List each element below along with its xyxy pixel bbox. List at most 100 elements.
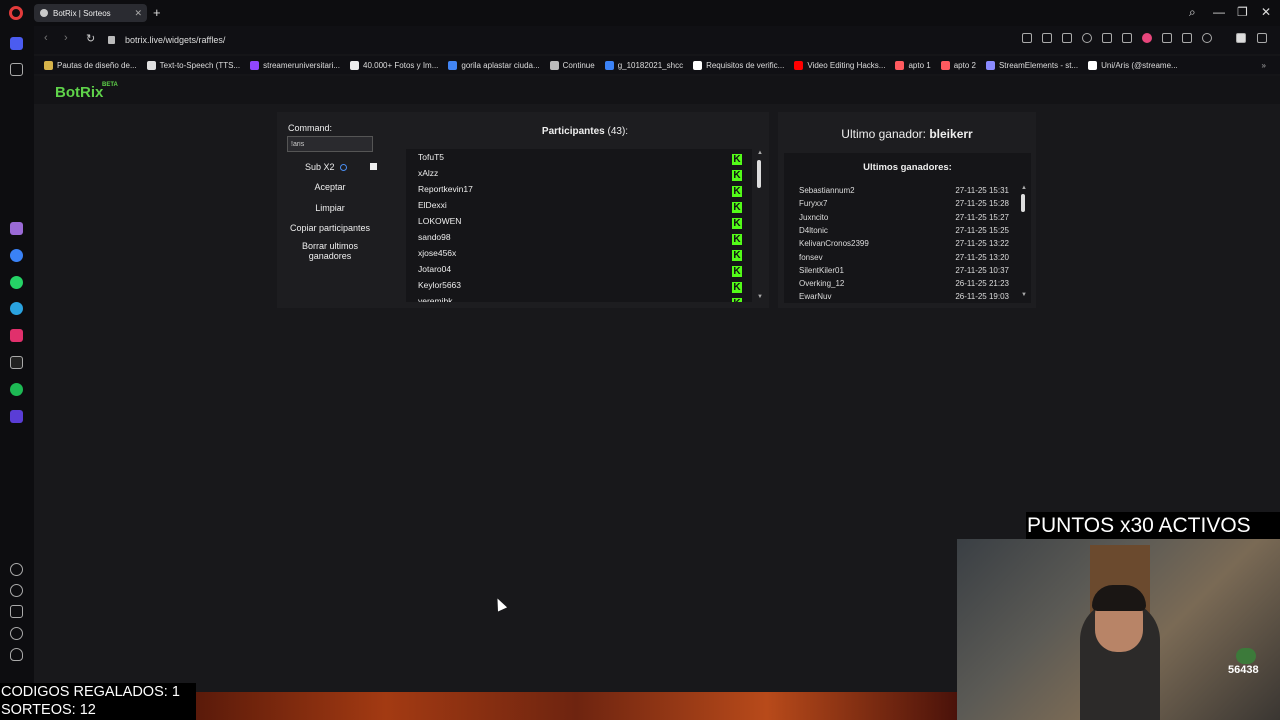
bookmark-item[interactable]: 40.000+ Fotos y Im... — [350, 60, 438, 70]
tab-search-icon[interactable]: ⌕ — [1189, 5, 1196, 20]
bookmark-item[interactable]: apto 2 — [940, 60, 976, 70]
tab-close-icon[interactable]: ✕ — [134, 8, 142, 19]
profile-icon[interactable] — [1202, 33, 1212, 43]
lava-strip — [196, 692, 957, 720]
player-icon[interactable] — [1122, 33, 1132, 43]
edit-icon[interactable] — [1042, 33, 1052, 43]
points-counter: 56438 — [1228, 664, 1259, 676]
heart-icon[interactable] — [1142, 33, 1152, 43]
search-icon[interactable] — [1022, 33, 1032, 43]
bookmark-label: Text-to-Speech (TTS... — [159, 60, 241, 70]
bookmark-label: Uni/Aris (@streame... — [1101, 60, 1178, 70]
bookmark-item[interactable]: streameruniversitari... — [250, 60, 340, 70]
browser-tab[interactable]: BotRix | Sorteos ✕ — [34, 4, 147, 22]
opera-logo-icon[interactable] — [9, 6, 23, 20]
bookmark-item[interactable]: Continue — [549, 60, 595, 70]
winners-scroll-up-icon[interactable]: ▲ — [1021, 185, 1027, 191]
camera-icon[interactable] — [1062, 33, 1072, 43]
instagram-icon[interactable] — [10, 329, 23, 342]
music-player-icon[interactable] — [10, 410, 23, 423]
bookmark-label: StreamElements - st... — [998, 60, 1079, 70]
winners-scroll-down-icon[interactable]: ▼ — [1021, 292, 1027, 298]
scroll-up-icon[interactable]: ▲ — [757, 150, 763, 156]
bulb-icon[interactable] — [10, 648, 23, 661]
star-icon[interactable] — [10, 63, 23, 76]
minimize-button[interactable]: — — [1213, 5, 1225, 19]
bookmark-item[interactable]: Video Editing Hacks... — [794, 60, 886, 70]
x-social-icon[interactable] — [10, 356, 23, 369]
aria-icon[interactable] — [10, 222, 23, 235]
history-icon[interactable] — [10, 584, 23, 597]
bookmark-icon — [44, 60, 53, 70]
kick-badge-icon: K — [732, 186, 742, 197]
url-field[interactable]: botrix.live/widgets/raffles/ — [100, 31, 920, 49]
bookmark-item[interactable]: Uni/Aris (@streame... — [1088, 60, 1178, 70]
bookmark-item[interactable]: Pautas de diseño de... — [44, 60, 137, 70]
bookmarks-overflow-icon[interactable]: » — [1262, 61, 1266, 70]
url-text: botrix.live/widgets/raffles/ — [125, 35, 226, 45]
participant-row: sando98 K — [418, 232, 742, 248]
participant-name: ElDexxi — [418, 200, 447, 210]
winner-name: EwarNuv — [799, 292, 832, 302]
participant-row: LOKOWEN K — [418, 216, 742, 232]
command-label: Command: — [288, 123, 333, 133]
delete-winners-button[interactable]: Borrar ultimos ganadores — [287, 241, 373, 261]
download-icon[interactable] — [1162, 33, 1172, 43]
bookmark-item[interactable]: Requisitos de verific... — [693, 60, 784, 70]
participant-name: xjose456x — [418, 248, 457, 258]
winner-row: KelivanCronos2399 27-11-25 13:22 — [799, 239, 1009, 252]
heart-outline-icon[interactable] — [10, 563, 23, 576]
info-icon[interactable] — [340, 164, 347, 171]
bookmark-item[interactable]: gorila aplastar ciuda... — [448, 60, 540, 70]
new-tab-button[interactable]: + — [153, 5, 161, 20]
bookmark-label: Video Editing Hacks... — [807, 60, 886, 70]
kick-badge-icon: K — [732, 282, 742, 293]
participant-name: sando98 — [418, 232, 451, 242]
winners-list[interactable]: Sebastiannum2 27-11-25 15:31 Furyxx7 27-11-… — [784, 153, 1031, 303]
title-bar — [0, 0, 1280, 26]
ext-icon[interactable] — [1236, 33, 1246, 43]
forward-icon[interactable]: › — [64, 32, 68, 44]
bookmark-item[interactable]: Text-to-Speech (TTS... — [146, 60, 241, 70]
gear-icon[interactable] — [10, 627, 23, 640]
tiktok-icon — [1088, 60, 1098, 70]
clear-button[interactable]: Limpiar — [287, 203, 373, 213]
restore-button[interactable]: ❐ — [1237, 5, 1248, 19]
participant-row: Keylor5663 K — [418, 280, 742, 296]
home-icon[interactable] — [10, 37, 23, 50]
vpn-icon[interactable] — [1102, 33, 1112, 43]
command-input[interactable] — [287, 136, 373, 152]
box-icon[interactable] — [10, 605, 23, 618]
winners-scrollbar[interactable] — [1021, 194, 1025, 212]
bookmark-item[interactable]: g_10182021_shcc — [604, 60, 683, 70]
shield-icon[interactable] — [1082, 33, 1092, 43]
accept-button[interactable]: Aceptar — [287, 182, 373, 192]
whatsapp-icon[interactable] — [10, 276, 23, 289]
winner-date: 27-11-25 15:25 — [955, 225, 1009, 235]
messenger-icon[interactable] — [10, 249, 23, 262]
bookmark-label: Pautas de diseño de... — [57, 60, 137, 70]
bookmark-item[interactable]: apto 1 — [895, 60, 931, 70]
botrix-header — [34, 76, 1280, 104]
participants-list[interactable]: TofuT5 KxAlzz K Reportkevin17 K ElDexxi K LOKOW… — [406, 149, 752, 302]
page-icon — [549, 60, 559, 70]
twitch-icon — [250, 60, 260, 70]
menu-icon[interactable] — [1182, 33, 1192, 43]
botrix-logo[interactable]: BotRix — [55, 84, 103, 101]
winner-date: 27-11-25 15:28 — [955, 199, 1009, 209]
close-window-button[interactable]: ✕ — [1261, 5, 1271, 19]
scroll-down-icon[interactable]: ▼ — [757, 294, 763, 300]
winner-name: Furyxx7 — [799, 199, 828, 209]
kick-badge-icon: K — [732, 266, 742, 277]
back-icon[interactable]: ‹ — [44, 32, 48, 44]
telegram-icon[interactable] — [10, 302, 23, 315]
bookmark-item[interactable]: StreamElements - st... — [985, 60, 1079, 70]
spotify-icon[interactable] — [10, 383, 23, 396]
sub-x2-checkbox[interactable] — [370, 163, 377, 170]
reload-icon[interactable]: ↻ — [86, 32, 95, 45]
copy-participants-button[interactable]: Copiar participantes — [287, 223, 373, 233]
settings-icon[interactable] — [1257, 33, 1267, 43]
participants-scrollbar[interactable] — [757, 160, 761, 188]
webcam-hair — [1092, 585, 1146, 611]
tab-title: BotRix | Sorteos — [53, 8, 111, 18]
